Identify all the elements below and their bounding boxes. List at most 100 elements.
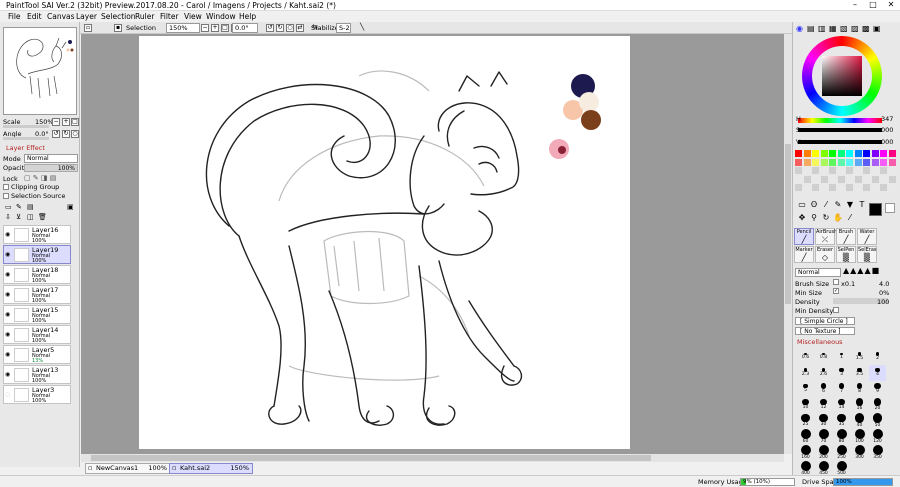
- opacity-slider[interactable]: 100%: [24, 164, 78, 172]
- visibility-eye-icon[interactable]: ◉: [5, 351, 12, 358]
- angle-reset-button[interactable]: ○: [71, 130, 79, 138]
- color-swatch[interactable]: [888, 175, 896, 183]
- rotate-left-button[interactable]: ↺: [266, 24, 274, 32]
- color-swatch[interactable]: [837, 175, 845, 183]
- clipping-group-checkbox[interactable]: [3, 184, 9, 190]
- color-swatch[interactable]: [820, 158, 828, 166]
- menu-edit[interactable]: Edit: [27, 12, 42, 21]
- color-swatch[interactable]: [854, 150, 862, 157]
- vertical-scrollbar[interactable]: [784, 34, 792, 454]
- brush-size-preset[interactable]: 3.5: [851, 365, 868, 381]
- tab-newcanvas1[interactable]: ▫ NewCanvas1 100%: [85, 463, 171, 474]
- menu-selection[interactable]: Selection: [101, 12, 136, 21]
- fill-icon[interactable]: ▼: [845, 200, 855, 210]
- menu-filter[interactable]: Filter: [160, 12, 179, 21]
- color-swatch[interactable]: [803, 184, 811, 191]
- rotate-reset-button[interactable]: ○: [286, 24, 294, 32]
- brush-size-preset[interactable]: 80: [833, 429, 850, 445]
- color-swatch[interactable]: [871, 167, 879, 174]
- stabilizer-select[interactable]: S-2: [336, 23, 351, 33]
- layer-row[interactable]: ◉ Layer13 Normal 100%: [3, 365, 71, 384]
- min-size-checkbox[interactable]: ✓: [833, 288, 839, 294]
- menu-file[interactable]: File: [8, 12, 21, 21]
- color-swatch[interactable]: [803, 167, 811, 174]
- brush-size-preset[interactable]: 0.8: [815, 349, 832, 365]
- brush-size-preset[interactable]: 250: [833, 445, 850, 461]
- color-swatch[interactable]: [820, 167, 828, 174]
- menu-help[interactable]: Help: [239, 12, 256, 21]
- zoom-field[interactable]: 150%: [166, 23, 200, 33]
- color-swatch[interactable]: [880, 158, 887, 166]
- color-swatch[interactable]: [846, 175, 853, 183]
- color-swatch[interactable]: [829, 175, 836, 183]
- scale-slider[interactable]: [3, 125, 49, 128]
- zoom-in-button[interactable]: +: [211, 24, 219, 32]
- brush-size-preset[interactable]: 9: [869, 381, 886, 397]
- selection-source-checkbox[interactable]: [3, 193, 9, 199]
- brush-size-preset[interactable]: 450: [815, 461, 832, 477]
- layer-row[interactable]: ◉ Layer15 Normal 100%: [3, 305, 71, 324]
- saturation-value-square[interactable]: [822, 56, 862, 96]
- color-swatch[interactable]: [820, 150, 828, 157]
- user-swatch-tab-icon[interactable]: ▨: [851, 24, 859, 33]
- layer-effect-header[interactable]: Layer Effect: [6, 144, 45, 152]
- lasso-icon[interactable]: ʘ: [809, 200, 819, 210]
- color-swatch-grid[interactable]: [795, 150, 899, 194]
- brush-size-preset[interactable]: 2.6: [815, 365, 832, 381]
- zoom-reset-button[interactable]: □: [221, 24, 229, 32]
- scratchpad-tab-icon[interactable]: ▧: [840, 24, 848, 33]
- angle-right-button[interactable]: ↻: [62, 130, 70, 138]
- menu-window[interactable]: Window: [206, 12, 236, 21]
- maximize-button[interactable]: □: [866, 0, 880, 10]
- clear-layer-icon[interactable]: ◫: [27, 213, 34, 221]
- color-swatch[interactable]: [854, 184, 862, 191]
- brush-size-preset[interactable]: 160: [797, 445, 814, 461]
- new-layer-icon[interactable]: ▭: [5, 203, 12, 211]
- brush-size-preset[interactable]: 2.3: [797, 365, 814, 381]
- visibility-eye-icon[interactable]: ◉: [5, 231, 12, 238]
- brush-size-preset[interactable]: 1.5: [851, 349, 868, 365]
- color-swatch[interactable]: [795, 158, 802, 166]
- brush-size-preset[interactable]: 3: [833, 365, 850, 381]
- vertical-scroll-thumb[interactable]: [785, 144, 791, 304]
- brush-size-preset[interactable]: 50: [869, 413, 886, 429]
- color-swatch[interactable]: [846, 184, 853, 191]
- brush-size-value[interactable]: 4.0: [879, 280, 889, 288]
- new-view-button[interactable]: ▫: [84, 24, 92, 32]
- color-swatch[interactable]: [812, 167, 819, 174]
- horizontal-scrollbar[interactable]: [81, 454, 784, 462]
- rect-select-icon[interactable]: ▭: [797, 200, 807, 210]
- color-swatch[interactable]: [854, 167, 862, 174]
- color-swatch[interactable]: [871, 184, 879, 191]
- text-icon[interactable]: T: [857, 200, 867, 210]
- mixer-tab-icon[interactable]: ▩: [862, 24, 870, 33]
- minimize-button[interactable]: –: [848, 0, 862, 10]
- hand-icon[interactable]: ✋: [833, 213, 843, 223]
- tab-kaht-sai2[interactable]: ▫ Kaht.sai2 150%: [169, 463, 253, 474]
- color-swatch[interactable]: [803, 158, 811, 166]
- brush-size-preset[interactable]: 25: [797, 413, 814, 429]
- hsv-slider-tab-icon[interactable]: ▥: [818, 24, 826, 33]
- layer-mask-icon[interactable]: ▣: [67, 203, 74, 211]
- brush-size-preset[interactable]: 12: [815, 397, 832, 413]
- menu-canvas[interactable]: Canvas: [47, 12, 75, 21]
- brush-edge-shapes-icon[interactable]: ▲▲▲▲■: [843, 266, 880, 275]
- swatches-tab-icon[interactable]: ▦: [829, 24, 837, 33]
- brush-tool-seleras[interactable]: SelEras ▒: [857, 246, 877, 263]
- brush-tool-pencil[interactable]: Pencil ╱: [794, 228, 814, 245]
- color-swatch[interactable]: [795, 150, 802, 157]
- close-button[interactable]: ✕: [884, 0, 898, 10]
- brush-size-preset[interactable]: 35: [833, 413, 850, 429]
- merge-down-icon[interactable]: ⊻: [16, 213, 21, 221]
- brush-size-checkbox[interactable]: [833, 279, 839, 285]
- color-swatch[interactable]: [880, 184, 887, 191]
- brush-size-preset[interactable]: 7: [833, 381, 850, 397]
- scale-minus-button[interactable]: −: [52, 118, 60, 126]
- brush-size-preset[interactable]: 1: [833, 349, 850, 365]
- layer-row[interactable]: ◉ Layer17 Normal 100%: [3, 285, 71, 304]
- brush-size-preset[interactable]: 200: [815, 445, 832, 461]
- brush-size-preset[interactable]: 14: [833, 397, 850, 413]
- new-linework-icon[interactable]: ✎: [16, 203, 22, 211]
- brush-tool-eraser[interactable]: Eraser ◇: [815, 246, 835, 263]
- color-swatch[interactable]: [795, 167, 802, 174]
